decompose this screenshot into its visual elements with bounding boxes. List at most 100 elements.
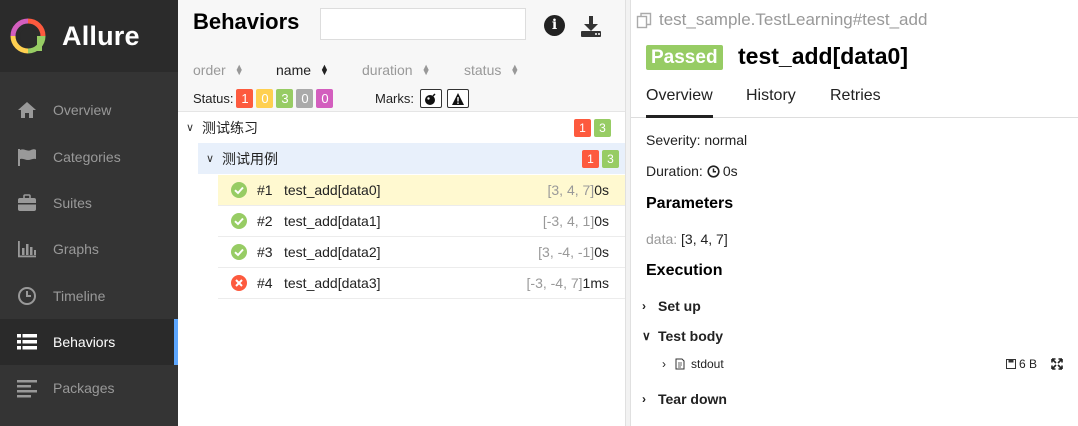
sidebar-item-overview[interactable]: Overview: [0, 87, 178, 133]
copy-icon: [636, 12, 652, 28]
align-left-icon: [17, 380, 37, 398]
sort-status[interactable]: status ▲ ▼: [464, 62, 519, 78]
test-number: #1: [257, 182, 273, 198]
parameter-row: data: [3, 4, 7]: [646, 231, 728, 247]
sort-label: order: [193, 62, 226, 78]
passed-check-icon: [231, 182, 247, 198]
duration-line: Duration: 0s: [646, 163, 738, 179]
sort-duration[interactable]: duration ▲ ▼: [362, 62, 431, 78]
sort-bar: order ▲ ▼ name ▲ ▼ duration ▲ ▼ status ▲ ▼: [193, 62, 613, 80]
severity-label: Severity:: [646, 132, 701, 148]
param-name: data: [646, 231, 674, 247]
params-value: [-3, 4, 1]: [542, 213, 595, 229]
sidebar-item-packages[interactable]: Packages: [0, 365, 178, 411]
test-body-label: Test body: [658, 328, 724, 344]
test-name: test_add[data2]: [284, 244, 381, 260]
sidebar-item-graphs[interactable]: Graphs: [0, 226, 178, 272]
chevron-down-icon: ∨: [206, 153, 215, 165]
test-duration: 0s: [594, 213, 609, 229]
sidebar-item-label: Suites: [53, 195, 92, 211]
passed-count-badge[interactable]: 3: [276, 89, 294, 108]
test-detail-panel: test_sample.TestLearning#test_add Passed…: [631, 0, 1078, 426]
save-icon: [1005, 359, 1016, 369]
chevron-right-icon: ›: [662, 357, 666, 371]
passed-count-badge: 3: [594, 119, 611, 137]
unknown-count-badge[interactable]: 0: [316, 89, 334, 108]
full-name-text: test_sample.TestLearning#test_add: [659, 10, 928, 29]
flaky-mark-toggle[interactable]: [420, 89, 442, 108]
sidebar-item-suites[interactable]: Suites: [0, 180, 178, 226]
detail-tabs: Overview History Retries: [631, 80, 1078, 118]
parameters-title: Parameters: [646, 195, 734, 212]
status-label: Status:: [193, 91, 234, 106]
test-full-name[interactable]: test_sample.TestLearning#test_add: [636, 10, 927, 30]
test-params: [3, 4, 7]0s: [548, 182, 610, 198]
search-input[interactable]: [320, 8, 526, 40]
status-filter: Status: 1 0 3 0 0 Marks:: [193, 89, 613, 108]
teardown-step[interactable]: › Tear down: [642, 391, 727, 407]
test-number: #2: [257, 213, 273, 229]
attachment-row[interactable]: › stdout 6 B: [662, 354, 1067, 374]
attachment-size: 6 B: [1005, 357, 1037, 371]
group-name: 测试练习: [202, 119, 258, 136]
brand-name: Allure: [62, 20, 140, 51]
expand-icon[interactable]: [1051, 358, 1063, 370]
sidebar-item-label: Timeline: [53, 288, 106, 304]
warning-icon: [452, 92, 464, 105]
sidebar-item-label: Overview: [53, 102, 112, 118]
setup-label: Set up: [658, 298, 701, 314]
bomb-icon: [425, 92, 436, 105]
failed-cross-icon: [231, 275, 247, 291]
new-failed-mark-toggle[interactable]: [447, 89, 469, 108]
failed-count-badge[interactable]: 1: [236, 89, 254, 108]
passed-check-icon: [231, 244, 247, 260]
chevron-down-icon: ∨: [186, 122, 195, 134]
test-number: #4: [257, 275, 273, 291]
test-body-step[interactable]: ∨ Test body: [642, 328, 723, 344]
passed-count-badge: 3: [602, 150, 619, 168]
status-badge: Passed: [646, 45, 723, 70]
brand[interactable]: Allure: [0, 0, 178, 72]
params-value: [-3, -4, 7]: [526, 275, 583, 291]
marks-label: Marks:: [375, 91, 414, 106]
briefcase-icon: [18, 194, 36, 211]
group-name: 测试用例: [222, 150, 278, 167]
sidebar-item-behaviors[interactable]: Behaviors: [0, 319, 178, 365]
test-row[interactable]: #2 test_add[data1] [-3, 4, 1]0s: [218, 206, 625, 237]
test-name: test_add[data3]: [284, 275, 381, 291]
tab-overview[interactable]: Overview: [646, 80, 713, 118]
sidebar-item-label: Behaviors: [53, 334, 116, 350]
tab-retries[interactable]: Retries: [830, 80, 881, 118]
setup-step[interactable]: › Set up: [642, 298, 701, 314]
sort-arrows-icon: ▲ ▼: [320, 62, 329, 77]
tree-group[interactable]: ∨ 测试练习 1 3: [186, 112, 617, 143]
broken-count-badge[interactable]: 0: [256, 89, 274, 108]
test-row[interactable]: #1 test_add[data0] [3, 4, 7]0s: [218, 175, 625, 206]
sidebar-item-categories[interactable]: Categories: [0, 134, 178, 180]
test-name: test_add[data0]: [284, 182, 381, 198]
tab-history[interactable]: History: [746, 80, 796, 118]
attachment-size-value: 6 B: [1018, 357, 1037, 371]
severity-value: normal: [704, 132, 748, 148]
sort-arrows-icon: ▲ ▼: [510, 62, 520, 77]
download-icon[interactable]: [579, 14, 603, 38]
test-params: [-3, -4, 7]1ms: [527, 275, 609, 291]
info-icon[interactable]: i: [544, 15, 565, 36]
test-row[interactable]: #4 test_add[data3] [-3, -4, 7]1ms: [218, 268, 625, 299]
skipped-count-badge[interactable]: 0: [296, 89, 314, 108]
param-sep: :: [673, 231, 678, 247]
test-row[interactable]: #3 test_add[data2] [3, -4, -1]0s: [218, 237, 625, 268]
attachment-name: stdout: [691, 357, 724, 371]
duration-label: Duration:: [646, 163, 703, 179]
sort-order[interactable]: order ▲ ▼: [193, 62, 244, 78]
test-params: [3, -4, -1]0s: [538, 244, 609, 260]
sidebar-item-label: Graphs: [53, 241, 99, 257]
sort-name[interactable]: name ▲ ▼: [276, 62, 329, 78]
sidebar-item-timeline[interactable]: Timeline: [0, 273, 178, 319]
page-title: Behaviors: [193, 9, 300, 34]
sort-label: name: [276, 62, 312, 78]
tree-group[interactable]: ∨ 测试用例 1 3: [198, 143, 625, 174]
behaviors-panel: Behaviors i order ▲ ▼ name ▲ ▼ duration ▲ ▼…: [178, 0, 625, 426]
list-icon: [17, 334, 37, 350]
test-duration: 0s: [594, 244, 609, 260]
